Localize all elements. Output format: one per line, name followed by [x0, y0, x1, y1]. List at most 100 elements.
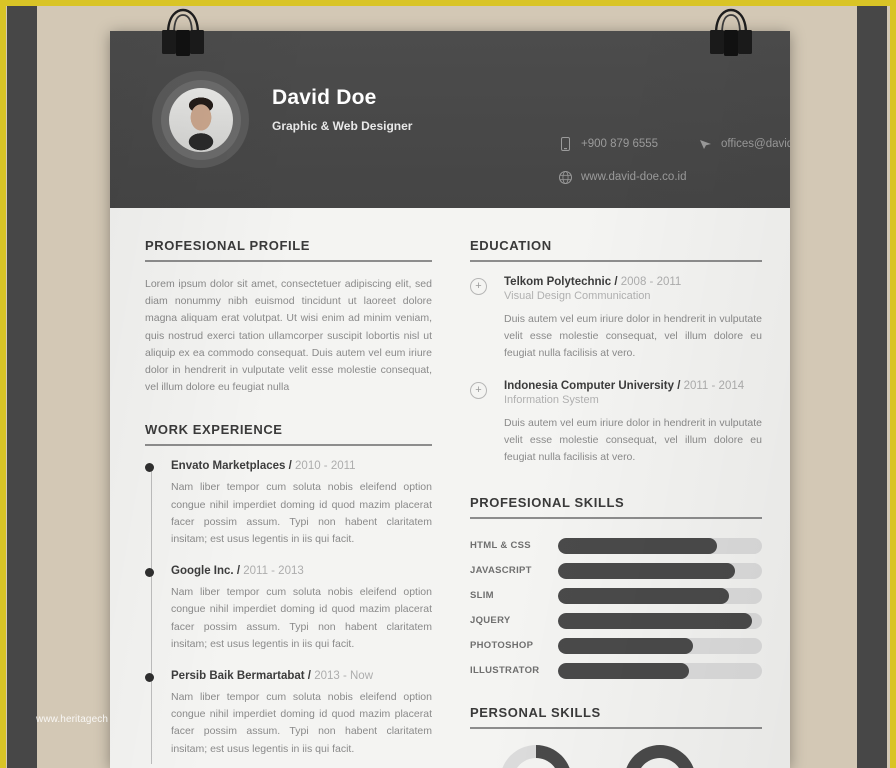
- education-body: Duis autem vel eum iriure dolor in hendr…: [504, 416, 762, 464]
- name-block: David Doe Graphic & Web Designer: [272, 86, 412, 133]
- skill-label: JQUERY: [470, 615, 511, 627]
- work-separator: /: [236, 565, 241, 578]
- donut-row: [470, 745, 762, 768]
- personal-skills-heading: PERSONAL SKILLS: [470, 705, 601, 721]
- timeline-dot-icon: [145, 463, 154, 473]
- education-date: 2011 - 2014: [683, 379, 745, 392]
- full-name: David Doe: [272, 86, 377, 109]
- avatar: [152, 71, 249, 168]
- avatar-ring: [160, 79, 241, 160]
- skill-row: JAVASCRIPT: [470, 558, 762, 583]
- work-rule: [145, 444, 432, 447]
- work-separator: /: [288, 460, 292, 473]
- right-column: EDUCATION + Telkom Polytechnic / 2008 - …: [460, 208, 790, 768]
- skill-fill: [558, 587, 730, 604]
- skill-row: SLIM: [470, 583, 762, 608]
- skill-track: [558, 587, 762, 604]
- professional-skills-rule: [470, 517, 762, 520]
- skill-track: [558, 637, 762, 654]
- education-item: + Telkom Polytechnic / 2008 - 2011 Visua…: [470, 276, 762, 363]
- skill-fill: [558, 612, 752, 629]
- education-separator: /: [614, 276, 618, 288]
- skill-label: PHOTOSHOP: [470, 640, 534, 652]
- work-title-line: Persib Baik Bermartabat / 2013 - Now: [171, 670, 432, 682]
- education-rule: [470, 260, 762, 262]
- contact-email[interactable]: offices@david-doe.co.id: [698, 137, 790, 151]
- skill-row: JQUERY: [470, 608, 762, 633]
- work-body: Nam liber tempor cum soluta nobis eleife…: [171, 481, 432, 546]
- education-body: Duis autem vel eum iriure dolor in hendr…: [504, 313, 762, 360]
- plus-circle-icon[interactable]: +: [470, 381, 487, 399]
- avatar-photo: [168, 87, 233, 152]
- work-date: 2013 - Now: [314, 670, 374, 683]
- timeline-dot-icon: [145, 673, 154, 683]
- resume-body: PROFESIONAL PROFILE Lorem ipsum dolor si…: [110, 208, 790, 768]
- skill-fill: [558, 637, 693, 654]
- skills-list: HTML & CSS JAVASCRIPT SLIM JQUERY PHOTOS…: [470, 533, 762, 683]
- personal-skills-section: PERSONAL SKILLS: [470, 705, 762, 768]
- phone-text: +900 879 6555: [581, 138, 659, 150]
- skill-row: PHOTOSHOP: [470, 633, 762, 658]
- profile-rule: [145, 260, 432, 262]
- education-subtitle: Visual Design Communication: [504, 290, 651, 302]
- education-separator: /: [677, 379, 681, 392]
- donut-hole: [637, 758, 683, 768]
- professional-skills-heading: PROFESIONAL SKILLS: [470, 495, 625, 511]
- skill-label: JAVASCRIPT: [470, 565, 532, 577]
- personal-skills-rule: [470, 727, 762, 730]
- timeline-dot-icon: [145, 568, 154, 578]
- donut-hole: [513, 758, 559, 768]
- work-title: Persib Baik Bermartabat: [171, 670, 305, 683]
- skill-track: [558, 662, 762, 679]
- left-edge-strip: [7, 6, 37, 768]
- profile-heading: PROFESIONAL PROFILE: [145, 238, 311, 253]
- work-timeline: Envato Marketplaces / 2010 - 2011 Nam li…: [145, 460, 432, 765]
- work-heading: WORK EXPERIENCE: [145, 422, 283, 438]
- education-date: 2008 - 2011: [620, 276, 682, 288]
- education-item: + Indonesia Computer University / 2011 -…: [470, 379, 762, 467]
- binder-clip-right: [700, 4, 762, 56]
- skill-track: [558, 562, 762, 579]
- contact-website[interactable]: www.david-doe.co.id: [558, 170, 686, 184]
- work-date: 2010 - 2011: [295, 460, 356, 473]
- work-body: Nam liber tempor cum soluta nobis eleife…: [171, 691, 432, 755]
- globe-icon: [558, 170, 572, 184]
- work-separator: /: [307, 670, 311, 683]
- skill-track: [558, 537, 762, 554]
- work-date: 2011 - 2013: [243, 565, 304, 578]
- work-item: Envato Marketplaces / 2010 - 2011 Nam li…: [145, 460, 432, 548]
- skill-label: SLIM: [470, 590, 494, 602]
- skill-fill: [558, 662, 689, 679]
- work-item: Persib Baik Bermartabat / 2013 - Now Nam…: [145, 670, 432, 758]
- education-list: + Telkom Polytechnic / 2008 - 2011 Visua…: [470, 276, 762, 466]
- left-column: PROFESIONAL PROFILE Lorem ipsum dolor si…: [110, 208, 460, 768]
- website-text: www.david-doe.co.id: [581, 171, 687, 183]
- contact-phone[interactable]: +900 879 6555: [558, 137, 658, 151]
- work-title: Google Inc.: [171, 565, 234, 578]
- donut-chart-2: [624, 745, 696, 768]
- resume-sheet: David Doe Graphic & Web Designer +900 87…: [110, 31, 790, 768]
- skill-row: HTML & CSS: [470, 533, 762, 558]
- skill-label: HTML & CSS: [470, 540, 531, 552]
- phone-icon: [558, 137, 572, 151]
- skill-track: [558, 612, 762, 629]
- email-text: offices@david-doe.co.id: [721, 138, 790, 150]
- skill-fill: [558, 562, 736, 579]
- binder-clip-left: [152, 4, 214, 56]
- skill-row: ILLUSTRATOR: [470, 658, 762, 683]
- right-edge-strip: [857, 6, 887, 768]
- work-title-line: Google Inc. / 2011 - 2013: [171, 565, 432, 577]
- work-title: Envato Marketplaces: [171, 460, 286, 473]
- plus-circle-icon[interactable]: +: [470, 278, 487, 295]
- job-title: Graphic & Web Designer: [272, 119, 413, 133]
- donut-chart-1: [500, 745, 572, 768]
- cursor-icon: [698, 137, 712, 151]
- education-title: Indonesia Computer University: [504, 379, 674, 392]
- work-body: Nam liber tempor cum soluta nobis eleife…: [171, 586, 432, 650]
- education-heading: EDUCATION: [470, 238, 552, 253]
- skill-label: ILLUSTRATOR: [470, 665, 540, 677]
- resume-header: David Doe Graphic & Web Designer +900 87…: [110, 31, 790, 208]
- education-title: Telkom Polytechnic: [504, 276, 612, 288]
- watermark: www.heritagech: [36, 714, 108, 725]
- work-item: Google Inc. / 2011 - 2013 Nam liber temp…: [145, 565, 432, 653]
